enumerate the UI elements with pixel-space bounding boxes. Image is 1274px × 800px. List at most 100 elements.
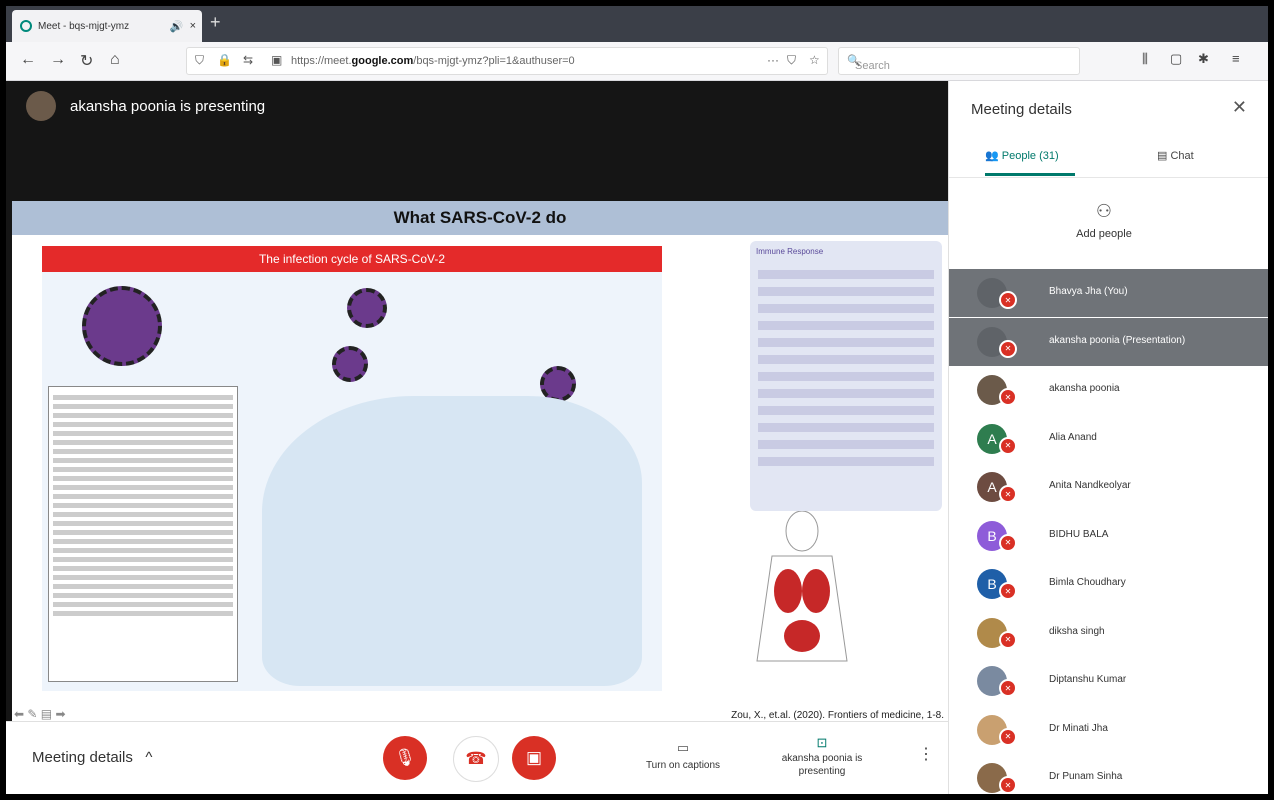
people-icon: 👥 — [985, 150, 1002, 162]
add-people-button[interactable]: ⚇ Add people — [949, 201, 1259, 240]
meeting-details-panel: Meeting details ✕ 👥 People (31) ▤ Chat ⚇… — [948, 81, 1268, 794]
host-cell-illustration — [262, 396, 642, 686]
browser-window: Meet - bqs-mjgt-ymz 🔊 × + ← → ↻ ⌂ ⛉ 🔒 ⇆ … — [6, 6, 1268, 794]
camera-off-button[interactable]: ▣ — [512, 736, 556, 780]
virus-illustration — [82, 286, 162, 366]
mic-muted-icon: ✕ — [999, 485, 1017, 503]
browser-tab[interactable]: Meet - bqs-mjgt-ymz 🔊 × — [12, 10, 202, 42]
participant-row[interactable]: ✕ Bhavya Jha (You) — [949, 269, 1268, 317]
tab-bar: Meet - bqs-mjgt-ymz 🔊 × + — [6, 6, 1268, 42]
presenting-button[interactable]: ⊡ akansha poonia is presenting — [766, 736, 878, 778]
participant-name: BIDHU BALA — [1049, 528, 1109, 540]
slide-title: What SARS-CoV-2 do — [12, 201, 948, 235]
participant-name: Dr Minati Jha — [1049, 722, 1108, 734]
leave-call-button[interactable]: ☎ — [453, 736, 499, 782]
tab-close-icon[interactable]: × — [190, 20, 196, 32]
virus-illustration — [347, 288, 387, 328]
extension-icon[interactable]: ✱ — [1198, 51, 1209, 67]
back-icon[interactable]: ← — [20, 51, 36, 69]
forward-icon[interactable]: → — [50, 51, 66, 69]
participant-name: akansha poonia — [1049, 383, 1120, 394]
navigation-bar: ← → ↻ ⌂ ⛉ 🔒 ⇆ ▣ https://meet.google.com/… — [6, 42, 1268, 81]
presenter-avatar — [26, 91, 56, 121]
participant-name: Alia Anand — [1049, 431, 1097, 443]
chevron-up-icon: ^ — [137, 749, 153, 766]
mic-muted-icon: ✕ — [999, 533, 1017, 552]
meet-favicon-icon — [20, 20, 32, 32]
meeting-details-toggle[interactable]: Meeting details ^ — [32, 749, 152, 766]
permissions-icon[interactable]: ⇆ — [243, 53, 253, 67]
participant-row[interactable]: ✕ akansha poonia (Presentation) — [949, 317, 1268, 366]
presenter-text: akansha poonia is presenting — [70, 97, 266, 115]
slide-toolbar[interactable]: ⬅ ✎ ▤ ➡ — [14, 707, 66, 721]
participant-row[interactable]: ✕ akansha poonia — [949, 366, 1268, 414]
sidebar-icon[interactable]: ▢ — [1170, 51, 1182, 67]
human-body-illustration — [756, 511, 848, 662]
search-input[interactable]: 🔍 Search — [838, 47, 1080, 75]
lock-icon[interactable]: 🔒 — [217, 53, 232, 67]
participant-row[interactable]: ✕ Dr Punam Sinha — [949, 754, 1268, 794]
captions-icon: ▭ — [676, 740, 690, 755]
participant-name: Dr Punam Sinha — [1049, 771, 1123, 782]
participant-row[interactable]: A ✕ Alia Anand — [949, 415, 1268, 463]
mic-muted-icon: ✕ — [999, 630, 1017, 649]
participant-name: Bhavya Jha (You) — [1049, 286, 1128, 297]
participant-row[interactable]: B ✕ BIDHU BALA — [949, 512, 1268, 560]
call-controls-bar: Meeting details ^ 🎙 ☎ ▣ ▭ Turn on captio… — [6, 721, 948, 794]
bookmark-star-icon[interactable]: ☆ — [809, 53, 820, 67]
immune-response-title: Immune Response — [756, 247, 824, 256]
participant-row[interactable]: ✕ Diptanshu Kumar — [949, 657, 1268, 705]
shared-slide: What SARS-CoV-2 do The infection cycle o… — [12, 201, 948, 721]
reload-icon[interactable]: ↻ — [80, 51, 93, 71]
mic-muted-icon: ✕ — [999, 582, 1017, 600]
immune-response-panel: Immune Response — [750, 241, 942, 511]
mic-off-button[interactable]: 🎙 — [383, 736, 427, 780]
add-person-icon: ⚇ — [1095, 201, 1113, 221]
participant-name: akansha poonia (Presentation) — [1049, 334, 1186, 346]
url-bar[interactable]: ⛉ 🔒 ⇆ ▣ https://meet.google.com/bqs-mjgt… — [186, 47, 828, 75]
new-tab-button[interactable]: + — [210, 12, 221, 33]
participant-row[interactable]: B ✕ Bimla Choudhary — [949, 560, 1268, 608]
speaker-icon[interactable]: 🔊 — [170, 20, 184, 33]
camera-off-icon: ▣ — [525, 748, 543, 767]
home-icon[interactable]: ⌂ — [110, 51, 120, 69]
participant-name: diksha singh — [1049, 625, 1105, 637]
participant-name: Diptanshu Kumar — [1049, 674, 1127, 685]
video-permission-icon[interactable]: ▣ — [271, 53, 282, 67]
chat-icon: ▤ — [1157, 150, 1171, 162]
presentation-stage: akansha poonia is presenting What SARS-C… — [6, 81, 948, 721]
close-icon[interactable]: ✕ — [1232, 97, 1247, 118]
participant-row[interactable]: ✕ Dr Minati Jha — [949, 706, 1268, 754]
poster-text-column — [48, 386, 238, 682]
menu-icon[interactable]: ≡ — [1232, 51, 1240, 66]
mic-off-icon: 🎙 — [394, 748, 416, 767]
presenter-banner: akansha poonia is presenting — [26, 91, 265, 121]
virus-illustration — [332, 346, 368, 382]
mic-muted-icon: ✕ — [999, 776, 1017, 794]
pocket-icon[interactable]: ⛉ — [787, 53, 796, 68]
tab-people[interactable]: 👥 People (31) — [985, 149, 1059, 162]
present-screen-icon: ⊡ — [816, 735, 828, 750]
captions-button[interactable]: ▭ Turn on captions — [628, 740, 738, 771]
participant-row[interactable]: A ✕ Anita Nandkeolyar — [949, 463, 1268, 511]
mic-muted-icon: ✕ — [999, 679, 1017, 697]
infection-cycle-poster: The infection cycle of SARS-CoV-2 — [42, 246, 662, 691]
participant-name: Anita Nandkeolyar — [1049, 480, 1131, 491]
tab-divider — [949, 177, 1268, 178]
more-options-icon[interactable]: ⋮ — [918, 744, 934, 764]
participant-name: Bimla Choudhary — [1049, 577, 1126, 588]
mic-muted-icon: ✕ — [999, 339, 1017, 358]
hang-up-icon: ☎ — [465, 749, 487, 768]
mic-muted-icon: ✕ — [999, 291, 1017, 309]
panel-title: Meeting details — [971, 101, 1072, 118]
library-icon[interactable]: ⫼ — [1142, 51, 1148, 67]
active-tab-indicator — [985, 173, 1075, 176]
participant-row[interactable]: ✕ diksha singh — [949, 609, 1268, 657]
poster-title: The infection cycle of SARS-CoV-2 — [42, 246, 662, 272]
search-placeholder: 🔍 Search — [847, 55, 890, 72]
tab-title: Meet - bqs-mjgt-ymz — [38, 20, 130, 32]
shield-icon[interactable]: ⛉ — [195, 53, 204, 68]
page-actions-icon[interactable]: ··· — [767, 53, 779, 67]
mic-muted-icon: ✕ — [999, 436, 1017, 455]
tab-chat[interactable]: ▤ Chat — [1157, 149, 1194, 162]
